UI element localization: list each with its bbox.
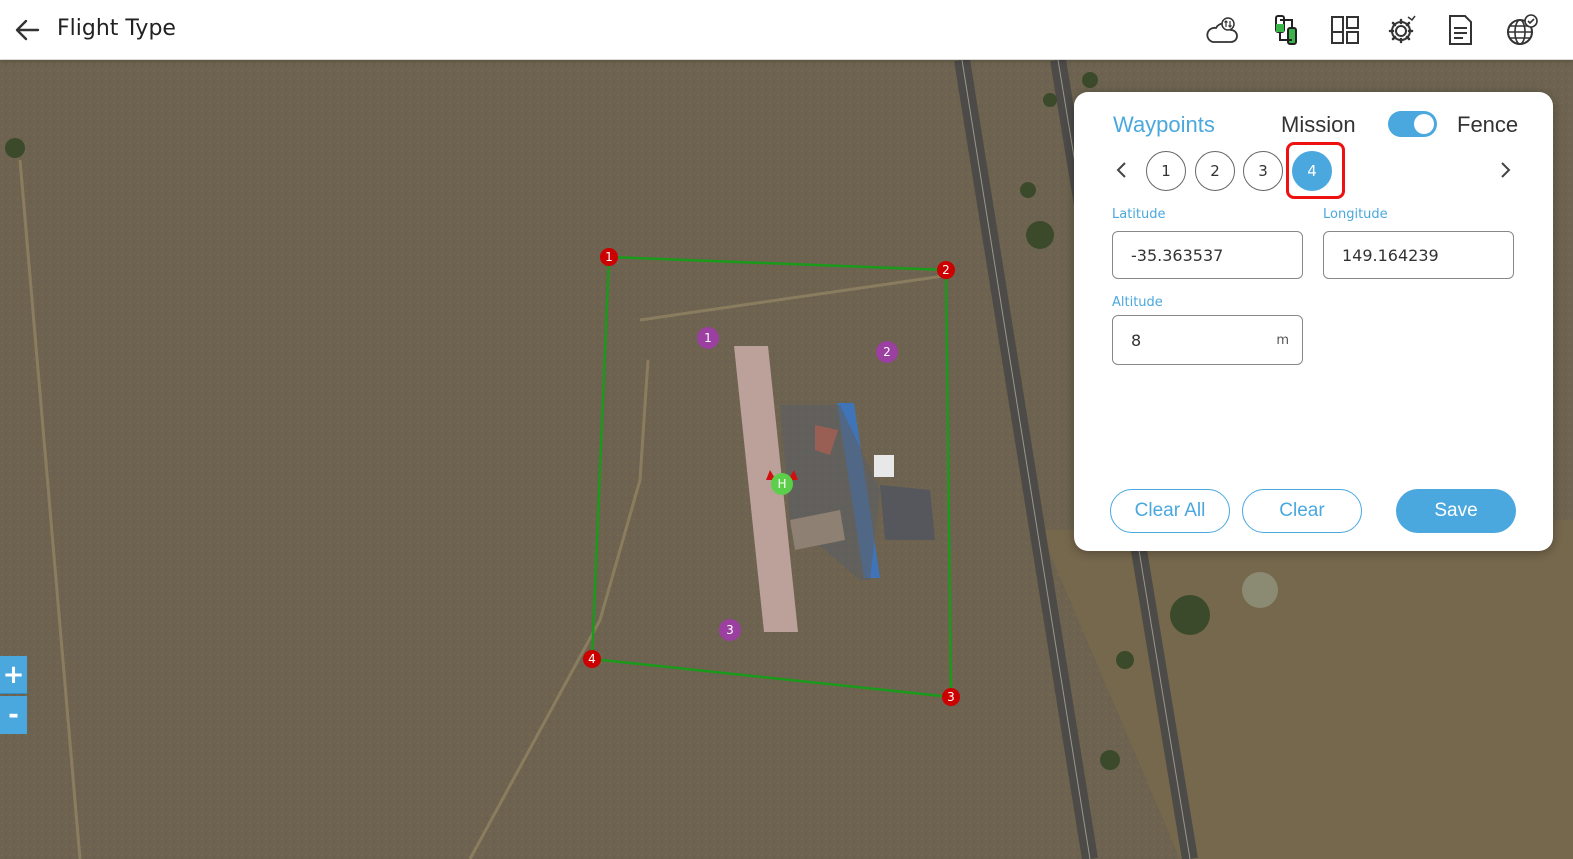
latitude-label: Latitude [1112, 207, 1166, 222]
toggle-knob [1414, 114, 1434, 134]
clear-all-button[interactable]: Clear All [1110, 489, 1230, 533]
weather-sync-icon[interactable] [1204, 12, 1240, 48]
waypoint-marker-3[interactable]: 3 [719, 619, 741, 641]
save-button[interactable]: Save [1396, 489, 1516, 533]
dashboard-layout-icon[interactable] [1327, 12, 1363, 48]
fence-marker-1[interactable]: 1 [600, 248, 618, 266]
point-selector-3[interactable]: 3 [1243, 151, 1283, 191]
svg-text:3: 3 [947, 690, 955, 704]
settings-icon[interactable] [1384, 12, 1420, 48]
altitude-value: 8 [1131, 330, 1142, 350]
fence-marker-3[interactable]: 3 [942, 688, 960, 706]
waypoint-panel: Waypoints Mission Fence 1 2 3 4 Latitude… [1074, 92, 1553, 551]
altitude-input[interactable]: 8 m [1112, 315, 1303, 365]
chevron-left-icon[interactable] [1111, 155, 1131, 185]
svg-text:H: H [777, 477, 786, 491]
tab-fence[interactable]: Fence [1457, 112, 1518, 138]
page-title: Flight Type [57, 16, 176, 41]
svg-text:3: 3 [726, 623, 734, 637]
chevron-right-icon[interactable] [1496, 155, 1516, 185]
svg-text:4: 4 [588, 652, 596, 666]
log-document-icon[interactable] [1442, 12, 1478, 48]
mission-fence-toggle[interactable] [1388, 111, 1437, 137]
point-selector-2[interactable]: 2 [1195, 151, 1235, 191]
svg-text:1: 1 [704, 331, 712, 345]
svg-text:2: 2 [942, 263, 950, 277]
zoom-out-button[interactable]: - [0, 696, 27, 734]
fence-marker-4[interactable]: 4 [583, 650, 601, 668]
clear-button[interactable]: Clear [1242, 489, 1362, 533]
longitude-input[interactable]: 149.164239 [1323, 231, 1514, 279]
selection-highlight [1286, 142, 1345, 199]
fence-marker-2[interactable]: 2 [937, 261, 955, 279]
waypoint-marker-1[interactable]: 1 [697, 327, 719, 349]
point-selector-1[interactable]: 1 [1146, 151, 1186, 191]
zoom-in-button[interactable]: + [0, 656, 27, 694]
svg-text:2: 2 [883, 345, 891, 359]
altitude-label: Altitude [1112, 295, 1163, 310]
altitude-unit: m [1276, 333, 1289, 348]
svg-text:1: 1 [605, 250, 613, 264]
waypoint-marker-2[interactable]: 2 [876, 341, 898, 363]
tab-waypoints[interactable]: Waypoints [1113, 112, 1215, 138]
vehicle-link-icon[interactable] [1268, 12, 1304, 48]
top-bar: Flight Type [0, 0, 1573, 60]
tab-mission[interactable]: Mission [1281, 112, 1356, 138]
globe-check-icon[interactable] [1504, 12, 1540, 48]
back-arrow-icon[interactable] [12, 14, 44, 46]
latitude-input[interactable]: -35.363537 [1112, 231, 1303, 279]
longitude-label: Longitude [1323, 207, 1388, 222]
